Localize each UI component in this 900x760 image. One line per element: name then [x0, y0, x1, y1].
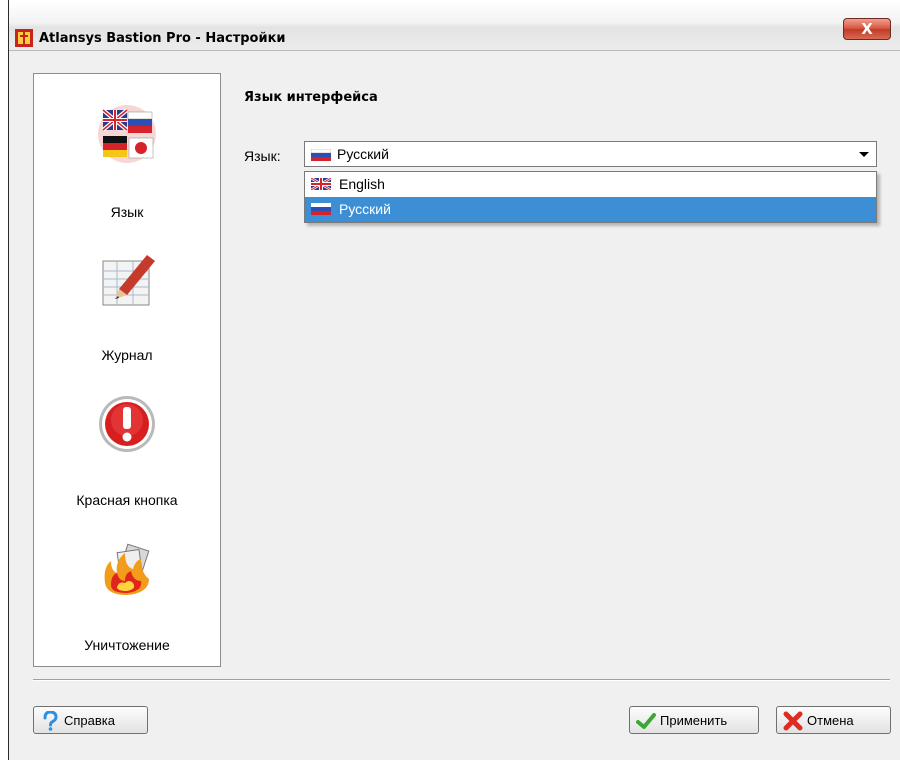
language-option-label: English [339, 176, 385, 192]
language-flags-icon [98, 105, 156, 163]
sidebar-item-destruction[interactable]: Уничтожение [34, 529, 220, 669]
section-heading: Язык интерфейса [244, 90, 378, 105]
title-bar: Atlansys Bastion Pro - Настройки X [9, 0, 900, 51]
language-option-english[interactable]: English [305, 172, 876, 197]
language-select[interactable]: Русский [304, 141, 877, 167]
cancel-button[interactable]: Отмена [776, 706, 891, 734]
help-button-label: Справка [64, 713, 115, 728]
apply-button-label: Применить [660, 713, 728, 728]
footer-divider [33, 679, 890, 681]
language-option-russian[interactable]: Русский [305, 197, 876, 222]
sidebar-item-label: Уничтожение [84, 637, 170, 653]
sidebar-item-label: Журнал [101, 347, 153, 363]
settings-window: Atlansys Bastion Pro - Настройки X Язык … [8, 0, 900, 760]
uk-flag-icon [311, 178, 331, 190]
language-label: Язык: [244, 148, 281, 164]
language-dropdown-list: English Русский [304, 171, 877, 223]
destruction-fire-icon [104, 543, 150, 595]
red-button-icon [99, 396, 155, 452]
sidebar-item-journal[interactable]: Журнал [34, 239, 220, 379]
settings-sidebar: Язык Журнал Красная кнопка Уничтожение [33, 73, 221, 667]
apply-button[interactable]: Применить [629, 706, 759, 734]
sidebar-item-label: Красная кнопка [76, 492, 178, 508]
cancel-button-label: Отмена [807, 713, 854, 728]
window-title: Atlansys Bastion Pro - Настройки [39, 31, 286, 46]
sidebar-item-red-button[interactable]: Красная кнопка [34, 384, 220, 524]
help-button[interactable]: Справка [33, 706, 148, 734]
russia-flag-icon [311, 203, 331, 215]
sidebar-item-language[interactable]: Язык [34, 94, 220, 234]
journal-icon [102, 255, 155, 306]
checkmark-icon [636, 713, 656, 729]
red-x-icon [783, 711, 803, 731]
chevron-down-icon[interactable] [854, 144, 874, 164]
app-logo-icon [15, 29, 33, 47]
close-button[interactable]: X [843, 18, 891, 40]
close-icon: X [861, 20, 873, 38]
sidebar-item-label: Язык [110, 204, 144, 220]
language-selected-value: Русский [337, 146, 389, 162]
help-question-icon [43, 711, 58, 731]
language-option-label: Русский [339, 201, 391, 217]
russia-flag-icon [311, 149, 331, 161]
